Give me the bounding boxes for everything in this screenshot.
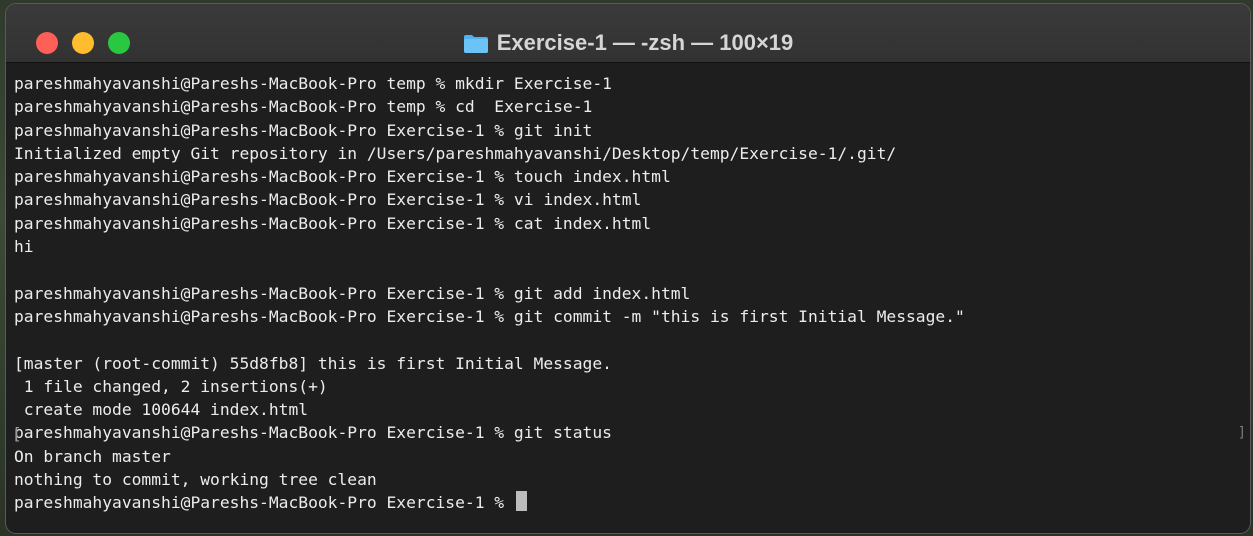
terminal-line: [master (root-commit) 55d8fb8] this is f… [14,353,612,373]
terminal-line: pareshmahyavanshi@Pareshs-MacBook-Pro Ex… [14,190,642,210]
terminal-window: Exercise-1 — -zsh — 100×19 pareshmahyava… [6,4,1250,533]
terminal-line: pareshmahyavanshi@Pareshs-MacBook-Pro Ex… [14,120,593,140]
terminal-line: pareshmahyavanshi@Pareshs-MacBook-Pro Ex… [14,283,691,303]
window-title: Exercise-1 — -zsh — 100×19 [496,30,794,55]
terminal-line: On branch master [14,446,171,466]
terminal-line: 1 file changed, 2 insertions(+) [14,376,328,396]
window-title-wrap: Exercise-1 — -zsh — 100×19 [6,30,1250,56]
terminal-line: nothing to commit, working tree clean [14,470,377,490]
terminal-line: pareshmahyavanshi@Pareshs-MacBook-Pro Ex… [14,213,652,233]
terminal-cursor [515,491,527,512]
terminal-line: pareshmahyavanshi@Pareshs-MacBook-Pro Ex… [14,167,671,187]
terminal-output[interactable]: pareshmahyavanshi@Pareshs-MacBook-Pro te… [12,72,1246,533]
title-bar[interactable]: Exercise-1 — -zsh — 100×19 [6,4,1250,63]
mark-bracket-right: ] [1237,424,1246,441]
terminal-line: pareshmahyavanshi@Pareshs-MacBook-Pro Ex… [14,306,965,326]
terminal-line: pareshmahyavanshi@Pareshs-MacBook-Pro Ex… [14,491,1240,514]
terminal-line: pareshmahyavanshi@Pareshs-MacBook-Pro te… [14,74,612,93]
terminal-line: hi [14,237,34,257]
folder-icon [463,34,488,53]
mark-bracket-left: [ [12,423,22,443]
terminal-line: pareshmahyavanshi@Pareshs-MacBook-Pro Ex… [14,423,612,443]
terminal-line: create mode 100644 index.html [14,400,309,420]
terminal-line: Initialized empty Git repository in /Use… [14,143,897,163]
terminal-line: pareshmahyavanshi@Pareshs-MacBook-Pro te… [14,97,593,117]
